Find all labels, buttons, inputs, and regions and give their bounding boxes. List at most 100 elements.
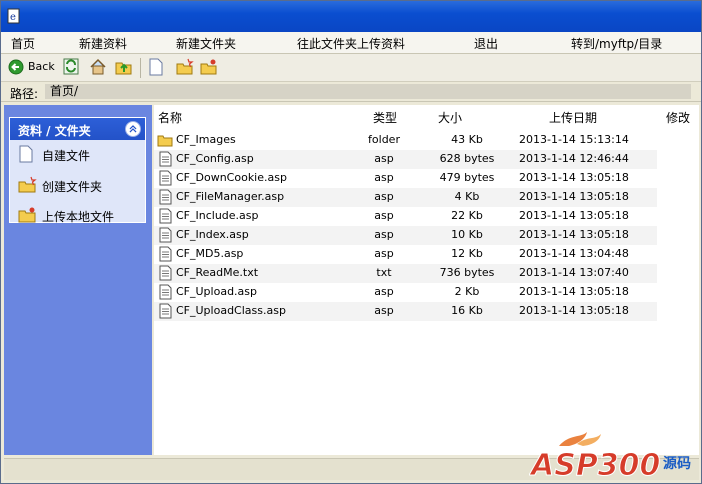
file-name[interactable]: CF_MD5.asp [176,247,243,260]
column-header-name[interactable]: 名称 [158,109,182,126]
svg-text:e: e [10,12,16,23]
file-type: asp [374,190,394,203]
file-type: folder [368,133,400,146]
sidebar: 资料 / 文件夹 自建文件 创建文件夹 上传本地文件 [4,105,152,455]
back-label: Back [28,60,55,73]
file-type: asp [374,228,394,241]
table-row[interactable]: CF_Config.asp asp 628 bytes 2013-1-14 12:46… [154,150,657,169]
file-name[interactable]: CF_Config.asp [176,152,254,165]
file-type: asp [374,152,394,165]
menu-new-file[interactable]: 新建资料 [79,35,127,52]
file-size: 736 bytes [439,266,495,279]
menu-home[interactable]: 首页 [11,35,35,52]
column-header-type[interactable]: 类型 [373,109,397,126]
path-bar: 路径: 首页/ [1,82,701,102]
sidebar-item-label: 上传本地文件 [42,210,115,224]
new-folder-icon [18,176,37,193]
file-date: 2013-1-14 13:05:18 [519,285,629,298]
upload-folder-icon [18,207,36,223]
file-type: asp [374,247,394,260]
panel-header[interactable]: 资料 / 文件夹 [10,118,145,140]
file-type: asp [374,304,394,317]
file-date: 2013-1-14 12:46:44 [519,152,629,165]
svg-text:源码: 源码 [663,455,691,472]
menu-bar: 首页 新建资料 新建文件夹 往此文件夹上传资料 退出 转到/myftp/目录 [1,32,701,54]
home-icon[interactable] [89,58,107,78]
table-row[interactable]: CF_Include.asp asp 22 Kb 2013-1-14 13:05:18 [154,207,657,226]
asp300-logo: ASP300 源码 [529,432,691,483]
table-row[interactable]: CF_DownCookie.asp asp 479 bytes 2013-1-14 1… [154,169,657,188]
path-label: 路径: [10,87,39,101]
file-date: 2013-1-14 13:05:18 [519,304,629,317]
file-date: 2013-1-14 15:13:14 [519,133,629,146]
menu-upload-here[interactable]: 往此文件夹上传资料 [297,35,405,52]
file-size: 4 Kb [454,190,480,203]
file-icon [159,265,172,281]
table-row[interactable]: CF_MD5.asp asp 12 Kb 2013-1-14 13:04:48 [154,245,657,264]
file-name[interactable]: CF_DownCookie.asp [176,171,287,184]
file-name[interactable]: CF_Images [176,133,236,146]
sidebar-item-label: 自建文件 [42,149,91,163]
title-bar: e [1,1,701,32]
file-icon [159,208,172,224]
file-date: 2013-1-14 13:04:48 [519,247,629,260]
file-icon [159,151,172,167]
refresh-icon[interactable] [63,58,79,78]
column-header-size[interactable]: 大小 [438,109,462,126]
file-icon [159,246,172,262]
panel-title: 资料 / 文件夹 [18,124,91,138]
file-size: 2 Kb [454,285,480,298]
file-icon [159,303,172,319]
table-row[interactable]: CF_UploadClass.asp asp 16 Kb 2013-1-14 13:0… [154,302,657,321]
file-type: asp [374,209,394,222]
file-name[interactable]: CF_Upload.asp [176,285,257,298]
page-icon: e [7,8,20,24]
file-size: 12 Kb [451,247,483,260]
path-field: 首页/ [45,84,691,99]
column-header-date[interactable]: 上传日期 [549,109,597,126]
table-row[interactable]: CF_ReadMe.txt txt 736 bytes 2013-1-14 13:07… [154,264,657,283]
new-folder-icon[interactable] [176,58,194,78]
file-date: 2013-1-14 13:05:18 [519,209,629,222]
upload-folder-icon[interactable] [200,58,218,78]
back-button[interactable]: Back [8,58,56,78]
menu-exit[interactable]: 退出 [474,35,498,52]
collapse-icon[interactable] [125,121,141,137]
toolbar-separator [140,58,141,78]
file-name[interactable]: CF_FileManager.asp [176,190,284,203]
up-folder-icon[interactable] [115,58,133,78]
file-date: 2013-1-14 13:05:18 [519,190,629,203]
document-icon [19,145,33,163]
tasks-panel: 资料 / 文件夹 自建文件 创建文件夹 上传本地文件 [9,117,146,224]
column-header-modify: 修改 [666,111,691,125]
file-size: 10 Kb [451,228,483,241]
new-document-icon[interactable] [148,58,164,78]
file-icon [159,170,172,186]
file-name[interactable]: CF_Index.asp [176,228,249,241]
toolbar: Back [1,54,701,82]
back-arrow-icon [8,59,24,75]
file-name[interactable]: CF_Include.asp [176,209,259,222]
file-date: 2013-1-14 13:05:18 [519,171,629,184]
file-size: 22 Kb [451,209,483,222]
app-window: e 首页 新建资料 新建文件夹 往此文件夹上传资料 退出 转到/myftp/目录… [0,0,702,484]
table-row[interactable]: CF_Index.asp asp 10 Kb 2013-1-14 13:05:18 [154,226,657,245]
file-size: 628 bytes [439,152,495,165]
table-row[interactable]: CF_Upload.asp asp 2 Kb 2013-1-14 13:05:18 [154,283,657,302]
file-size: 16 Kb [451,304,483,317]
file-list: 名称 类型 大小 上传日期 修改 CF_Images folder 43 Kb 201… [154,105,699,455]
file-icon [159,284,172,300]
svg-text:ASP300: ASP300 [529,448,660,483]
file-name[interactable]: CF_ReadMe.txt [176,266,258,279]
file-name[interactable]: CF_UploadClass.asp [176,304,286,317]
file-type: txt [376,266,392,279]
file-icon [159,189,172,205]
file-size: 479 bytes [439,171,495,184]
menu-new-folder[interactable]: 新建文件夹 [176,35,236,52]
menu-goto-ftp[interactable]: 转到/myftp/目录 [571,35,662,52]
table-row[interactable]: CF_Images folder 43 Kb 2013-1-14 15:13:14 [154,131,657,150]
file-type: asp [374,171,394,184]
table-row[interactable]: CF_FileManager.asp asp 4 Kb 2013-1-14 13:05… [154,188,657,207]
file-type: asp [374,285,394,298]
file-date: 2013-1-14 13:07:40 [519,266,629,279]
